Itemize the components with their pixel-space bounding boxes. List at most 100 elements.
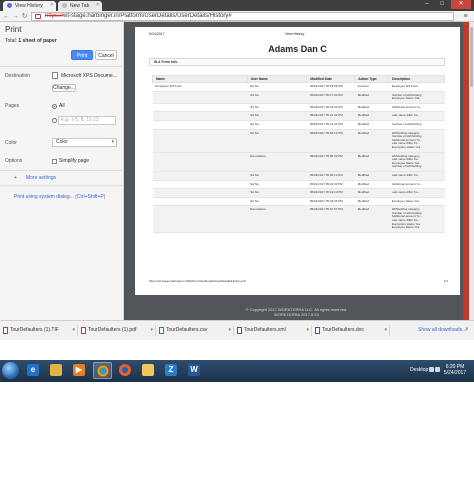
chevron-down-icon[interactable]: ▾ bbox=[72, 325, 75, 336]
copyright-version: WORKTERRA 2017.5.24 bbox=[274, 312, 319, 317]
scrollbar-thumb[interactable] bbox=[470, 27, 473, 87]
browser-titlebar: View History × New Tab × – □ ✕ bbox=[0, 0, 474, 11]
chevron-down-icon[interactable]: ▾ bbox=[228, 325, 231, 336]
tab-view-history[interactable]: View History × bbox=[3, 1, 56, 11]
taskbar-app-firefox[interactable] bbox=[116, 362, 135, 379]
maximize-button[interactable]: □ bbox=[435, 0, 449, 9]
show-all-text: Show all downloads... bbox=[418, 327, 467, 333]
description-line: Number of withholding bbox=[391, 165, 422, 169]
taskbar-app-ie[interactable]: e bbox=[24, 362, 43, 379]
more-settings-link[interactable]: More settings bbox=[26, 175, 56, 181]
description-line: Employee W4 Form bbox=[391, 85, 419, 88]
print-settings-panel: Print Total: 1 sheet of paper Print Canc… bbox=[0, 22, 124, 320]
chevron-down-icon[interactable]: ▾ bbox=[384, 325, 387, 336]
minimize-button[interactable]: – bbox=[420, 0, 434, 9]
taskbar-app-word[interactable]: W bbox=[185, 362, 204, 379]
pages-custom-radio[interactable] bbox=[52, 118, 57, 123]
start-button[interactable] bbox=[2, 362, 19, 379]
back-button[interactable]: ← bbox=[2, 12, 11, 21]
table-cell-date: 05/24/2017 05:18:12 PM bbox=[306, 129, 355, 153]
browser-menu-icon[interactable]: ≡ bbox=[462, 13, 469, 20]
taskbar-app-z[interactable]: Z bbox=[162, 362, 181, 379]
table-cell-user: Dan Adams bbox=[247, 152, 307, 172]
page-header-title: View History bbox=[285, 32, 305, 36]
table-row: SA SA 05/24/2017 05:40:33 PM Modified Addit… bbox=[152, 180, 445, 190]
page-scrollbar[interactable] bbox=[469, 22, 474, 320]
table-cell-date: 05/24/2017 05:21:44 PM bbox=[306, 120, 355, 130]
table-cell-description: Number of withholding Employee Name Yali.… bbox=[388, 91, 445, 104]
network-icon[interactable] bbox=[429, 367, 434, 372]
file-explorer-icon bbox=[50, 364, 62, 376]
tab-close-icon[interactable]: × bbox=[96, 2, 99, 8]
table-cell-action: Modified bbox=[354, 91, 389, 104]
table-cell-date: 05/24/2017 05:09:32 PM bbox=[306, 152, 355, 172]
file-icon bbox=[3, 327, 8, 334]
z-app-icon: Z bbox=[165, 364, 177, 376]
download-item[interactable]: TourDefaulters (1).TIF ▾ bbox=[2, 325, 78, 336]
table-cell-description: Withholding category Last name differ fro… bbox=[388, 152, 445, 172]
table-cell-date: 05/24/2017 05:41:10 PM bbox=[306, 188, 355, 198]
url-scheme: https:// bbox=[45, 13, 64, 19]
divider bbox=[0, 66, 124, 67]
download-item[interactable]: TourDefaulters (1).pdf ▾ bbox=[80, 325, 156, 336]
browser-toolbar: ← → ↻ https://wt-stage.harbinger.in/Plat… bbox=[0, 11, 474, 22]
internet-explorer-icon: e bbox=[27, 364, 39, 376]
table-row: SA SA 05/24/2017 05:21:44 PM Modified Numbe… bbox=[152, 120, 445, 130]
cancel-button[interactable]: Cancel bbox=[95, 50, 117, 60]
tab-new-tab[interactable]: New Tab × bbox=[58, 1, 102, 11]
history-table: Name User Name Modified Date Action Type… bbox=[152, 75, 445, 233]
table-cell-user: SA SA bbox=[247, 91, 307, 104]
address-bar[interactable]: https://wt-stage.harbinger.in/Platform/U… bbox=[31, 12, 454, 21]
tab-title: View History bbox=[15, 3, 43, 9]
column-header: Modified Date bbox=[306, 75, 356, 83]
page-footer-url: https://wt-stage.harbinger.in/Platform/U… bbox=[149, 279, 246, 283]
forward-button[interactable]: → bbox=[11, 12, 20, 21]
table-cell-action: Modified bbox=[354, 180, 389, 190]
taskbar-app-explorer[interactable] bbox=[47, 362, 66, 379]
chevron-down-icon[interactable]: ▾ bbox=[306, 325, 309, 336]
table-row: SA SA 05/24/2017 05:18:12 PM Modified Withh… bbox=[152, 129, 445, 153]
screen: View History × New Tab × – □ ✕ ← → ↻ htt… bbox=[0, 0, 474, 479]
table-row: Employee W4 Form SA SA 05/24/2017 05:25:58… bbox=[152, 82, 445, 92]
description-line: Additional amount Yo... bbox=[391, 105, 423, 109]
description-line: Last name differ fro... bbox=[391, 114, 420, 118]
pages-custom-input[interactable]: e.g. 1-5, 8, 11-13 bbox=[58, 116, 116, 125]
taskbar-app-folder[interactable] bbox=[139, 362, 158, 379]
table-cell-description: Number of withholding bbox=[388, 120, 445, 130]
pages-all-radio[interactable] bbox=[52, 104, 57, 109]
url-path: wt-stage.harbinger.in/Platform/UserDetai… bbox=[63, 13, 232, 19]
table-cell-action: Modified bbox=[354, 205, 389, 233]
table-cell-date: 05/24/2017 05:17:00 PM bbox=[306, 91, 355, 104]
show-all-downloads-link[interactable]: Show all downloads... bbox=[411, 325, 466, 336]
system-clock[interactable]: 6:20 PM 5/24/2017 bbox=[440, 364, 470, 376]
color-select[interactable]: Color ▾ bbox=[52, 138, 117, 147]
table-row: SA SA 05/24/2017 05:21:32 PM Modified Last … bbox=[152, 111, 445, 121]
table-cell-user: SA SA bbox=[247, 111, 307, 121]
print-button[interactable]: Print bbox=[71, 50, 93, 60]
download-item[interactable]: TourDefaulters.xml ▾ bbox=[236, 325, 312, 336]
change-destination-button[interactable]: Change... bbox=[52, 84, 76, 92]
table-cell-user: SA SA bbox=[247, 129, 307, 153]
table-cell-date: 05/24/2017 05:43:05 PM bbox=[306, 197, 355, 207]
taskbar-app-chrome[interactable] bbox=[93, 362, 112, 379]
close-downloads-bar-icon[interactable]: × bbox=[465, 325, 469, 336]
table-cell-date: 05/24/2017 05:25:58 PM bbox=[306, 82, 355, 92]
downloads-bar: TourDefaulters (1).TIF ▾ TourDefaulters … bbox=[0, 320, 474, 340]
table-cell-description: Last name differ fro... bbox=[388, 171, 445, 181]
download-item[interactable]: TourDefaulters.doc ▾ bbox=[314, 325, 390, 336]
window-close-button[interactable]: ✕ bbox=[451, 0, 471, 9]
tab-close-icon[interactable]: × bbox=[50, 2, 53, 8]
color-label: Color bbox=[5, 140, 17, 146]
table-cell-user: SA SA bbox=[247, 82, 307, 92]
table-cell-action: Inserted bbox=[354, 82, 389, 92]
taskbar-app-media[interactable]: ▶ bbox=[70, 362, 89, 379]
reload-button[interactable]: ↻ bbox=[20, 12, 29, 21]
table-cell-action: Modified bbox=[354, 171, 389, 181]
system-dialog-link[interactable]: Print using system dialog... (Ctrl+Shift… bbox=[14, 194, 105, 200]
column-header: Name bbox=[152, 75, 248, 83]
options-label: Options bbox=[5, 158, 23, 164]
desktop-toolbar-label[interactable]: Desktop bbox=[410, 367, 428, 373]
chevron-down-icon[interactable]: ▾ bbox=[150, 325, 153, 336]
simplify-page-checkbox[interactable] bbox=[52, 159, 57, 164]
download-item[interactable]: TourDefaulters.csv ▾ bbox=[158, 325, 234, 336]
